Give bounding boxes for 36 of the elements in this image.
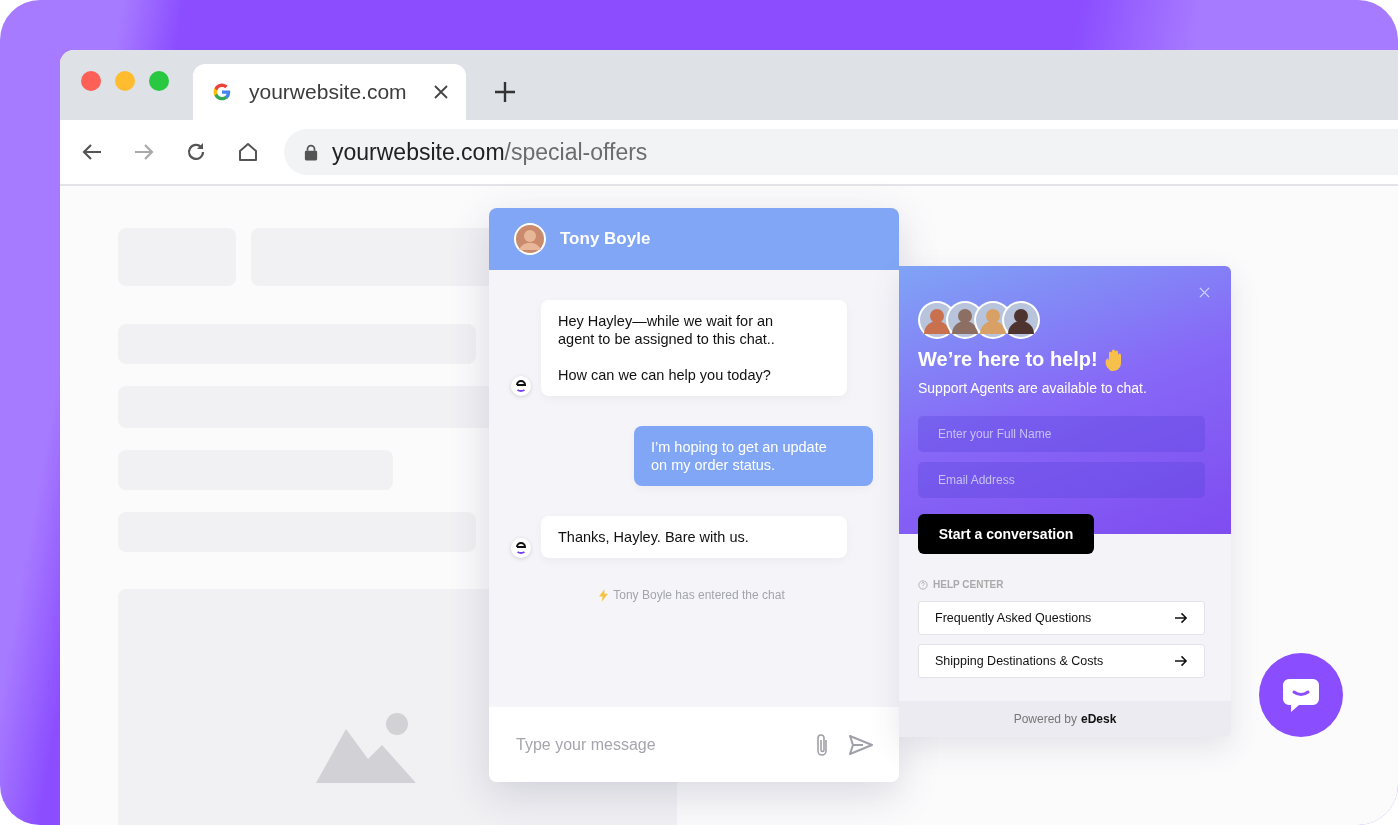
- help-link[interactable]: Shipping Destinations & Costs: [918, 644, 1205, 678]
- address-bar[interactable]: yourwebsite.com/special-offers: [284, 129, 1398, 175]
- g-logo-icon: [211, 81, 233, 103]
- avatar-icon: [514, 223, 546, 255]
- minimize-window-button[interactable]: [115, 71, 135, 91]
- close-icon[interactable]: [434, 85, 448, 99]
- help-title: We’re here to help!: [918, 348, 1098, 371]
- section-heading: HELP CENTER: [933, 579, 1004, 590]
- send-icon[interactable]: [849, 734, 873, 755]
- browser-tab[interactable]: yourwebsite.com: [193, 64, 466, 120]
- message-input[interactable]: Type your message: [514, 734, 795, 755]
- home-icon[interactable]: [236, 140, 260, 164]
- agent-message: Hey Hayley—while we wait for an agent to be assigned to this chat.. How can we can help you today?: [541, 300, 847, 396]
- help-subtitle: Support Agents are available to chat.: [918, 380, 1148, 396]
- lock-icon: [304, 143, 318, 161]
- waving-hand-icon: [1103, 348, 1124, 371]
- new-tab-icon[interactable]: [494, 81, 516, 103]
- customer-message: I’m hoping to get an update on my order status.: [634, 426, 873, 486]
- help-link[interactable]: Frequently Asked Questions: [918, 601, 1205, 635]
- brand-logo-icon: [511, 376, 531, 396]
- brand-logo-icon: [511, 538, 531, 558]
- arrow-right-icon: [1175, 612, 1188, 624]
- agent-message: Thanks, Hayley. Bare with us.: [541, 516, 847, 558]
- help-icon: [918, 579, 928, 590]
- lightning-icon: [599, 588, 609, 602]
- brand-logo: eDesk: [1081, 712, 1117, 726]
- agent-name: Tony Boyle: [560, 229, 651, 249]
- mountain-icon: [316, 713, 416, 783]
- avatar-icon: [1002, 301, 1040, 339]
- arrow-right-icon: [1175, 655, 1188, 667]
- powered-by-text: Powered by: [1013, 712, 1077, 726]
- maximize-window-button[interactable]: [149, 71, 169, 91]
- start-conversation-button[interactable]: Start a conversation: [918, 514, 1094, 554]
- close-window-button[interactable]: [81, 71, 101, 91]
- paperclip-icon[interactable]: [815, 732, 829, 757]
- chat-event: Tony Boyle has entered the chat: [613, 588, 785, 602]
